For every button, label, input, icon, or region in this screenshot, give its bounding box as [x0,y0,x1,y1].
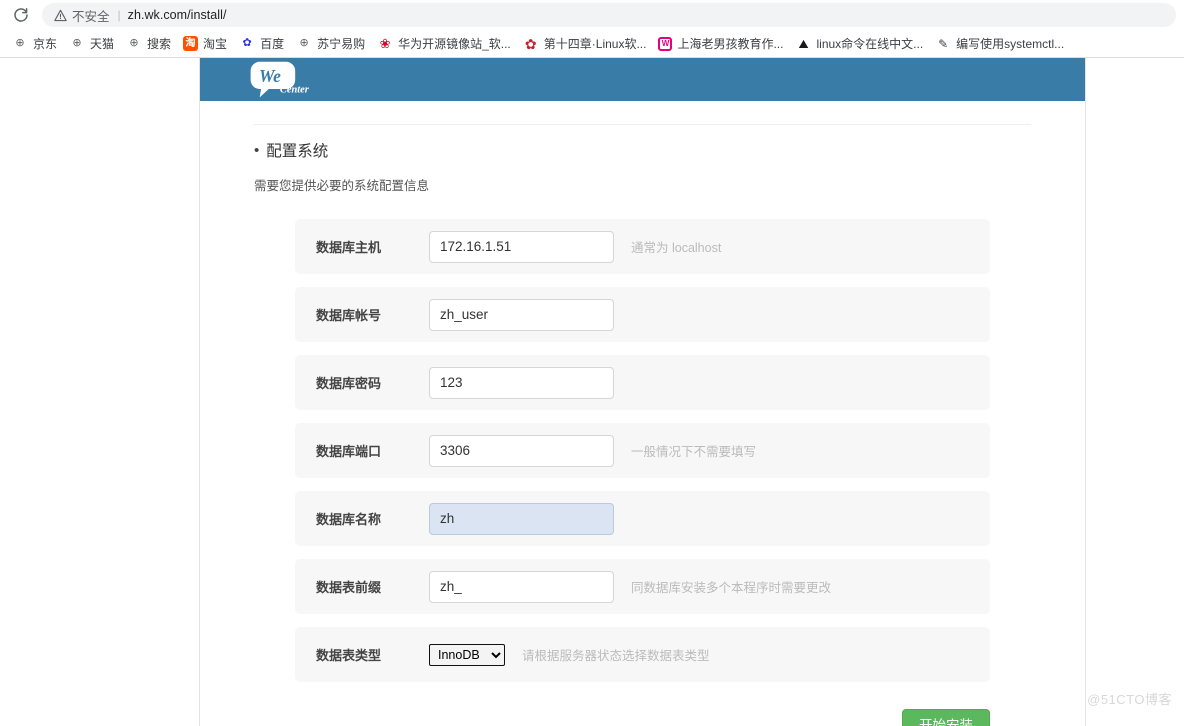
site-header: We Center [200,58,1085,101]
bookmark-label: 上海老男孩教育作... [677,37,784,51]
field-input[interactable] [429,434,614,467]
globe-icon: ⊕ [299,37,309,49]
field-hint: 请根据服务器状态选择数据表类型 [522,649,710,663]
form-row: 数据库主机 通常为 localhost [295,219,990,274]
omnibox-divider: | [117,8,121,22]
reload-icon[interactable] [8,2,34,28]
field-label: 数据库主机 [316,240,382,255]
bullet-icon: • [254,141,260,159]
field-hint: 同数据库安装多个本程序时需要更改 [631,581,832,595]
bookmark-item[interactable]: ✿ 第十四章·Linux软... [517,33,653,55]
watermark: @51CTO博客 [1087,692,1172,707]
bookmark-item[interactable]: ⊕ 天猫 [63,33,120,55]
form-row: 数据库密码 [295,355,990,410]
field-label: 数据库密码 [316,376,382,391]
bookmark-item[interactable]: 淘淘宝 [177,33,233,55]
start-install-button[interactable]: 开始安装 [902,709,990,726]
svg-text:Center: Center [280,84,310,95]
bookmark-item[interactable]: ⊕ 搜索 [120,33,177,55]
rose-icon: ✿ [524,35,537,52]
install-form: 数据库主机 通常为 localhost 数据库帐号数据库密码数据库端口 一般情况下不需… [254,219,1031,682]
field-hint: 一般情况下不需要填写 [631,445,757,459]
content-divider [254,124,1031,125]
bookmark-label: 第十四章·Linux软... [543,37,647,51]
bookmark-label: 淘宝 [203,37,228,51]
baidu-paw-icon: ✿ [242,37,252,49]
install-content: • 配置系统 需要您提供必要的系统配置信息 数据库主机 通常为 localhost… [200,124,1085,726]
bookmark-label: 华为开源镜像站_软... [398,37,511,51]
security-status-label: 不安全 [72,9,110,24]
page-title-text: 配置系统 [266,143,329,160]
page-subtitle: 需要您提供必要的系统配置信息 [254,179,430,193]
globe-icon: ⊕ [72,37,82,49]
form-row: 数据库名称 [295,491,990,546]
bookmark-item[interactable]: ⊕ 苏宁易购 [290,33,371,55]
bookmark-item[interactable]: ❀ 华为开源镜像站_软... [371,33,517,55]
site-container: We Center • 配置系统 需要您提供必要的系统配置信息 数据库主机 通常为… [199,58,1086,726]
field-input[interactable] [429,502,614,535]
field-input[interactable] [429,366,614,399]
field-label: 数据表前缀 [316,580,382,595]
wecenter-logo: We Center [236,59,314,105]
form-row: 数据库帐号 [295,287,990,342]
url-text: zh.wk.com/install/ [127,8,227,22]
field-input[interactable] [429,230,614,263]
globe-icon: ⊕ [129,37,139,49]
field-hint: 通常为 localhost [631,241,722,255]
bookmark-label: 搜索 [147,37,172,51]
table-type-select[interactable]: InnoDBMyISAM [429,643,505,666]
bookmark-item[interactable]: ⛰ linux命令在线中文... [789,33,929,55]
omnibar-row: 不安全 | zh.wk.com/install/ [0,0,1184,30]
bookmark-item[interactable]: ✎ 编写使用systemctl... [929,33,1070,55]
warning-triangle-icon [54,9,67,22]
bookmark-label: 百度 [260,37,285,51]
bookmark-label: 苏宁易购 [317,37,366,51]
globe-icon: ⊕ [15,37,25,49]
taobao-icon: 淘 [183,36,199,51]
form-row: 数据表前缀 同数据库安装多个本程序时需要更改 [295,559,990,614]
bookmark-label: 编写使用systemctl... [956,37,1065,51]
bookmark-item[interactable]: ⊕ 京东 [6,33,63,55]
bookmark-item[interactable]: ✿ 百度 [233,33,290,55]
svg-text:We: We [259,66,281,86]
huawei-icon: ❀ [379,36,391,51]
form-actions: 开始安装 [254,709,1031,726]
field-input[interactable] [429,570,614,603]
field-input[interactable] [429,298,614,331]
page-viewport: We Center • 配置系统 需要您提供必要的系统配置信息 数据库主机 通常为… [0,58,1184,726]
page-title: • 配置系统 [254,139,1031,161]
field-label: 数据表类型 [316,648,382,663]
bookmark-label: 天猫 [90,37,115,51]
bookmark-label: linux命令在线中文... [816,37,924,51]
bookmark-label: 京东 [33,37,58,51]
address-bar[interactable]: 不安全 | zh.wk.com/install/ [42,3,1176,27]
field-label: 数据库端口 [316,444,382,459]
bookmark-item[interactable]: W 上海老男孩教育作... [652,33,789,55]
bookmarks-bar: ⊕ 京东 ⊕ 天猫 ⊕ 搜索淘淘宝 ✿ 百度 ⊕ 苏宁易购 ❀ 华为开源镜像站_软... ✿ 第十四章·L… [0,30,1184,57]
form-row: 数据表类型 InnoDBMyISAM 请根据服务器状态选择数据表类型 [295,627,990,682]
oldboy-icon: W [658,36,673,51]
pen-icon: ✎ [938,36,949,51]
field-label: 数据库帐号 [316,308,382,323]
browser-chrome: 不安全 | zh.wk.com/install/ ⊕ 京东 ⊕ 天猫 ⊕ 搜索淘淘宝 ✿ 百度… [0,0,1184,58]
form-row: 数据库端口 一般情况下不需要填写 [295,423,990,478]
tux-penguin-icon: ⛰ [798,36,809,51]
field-label: 数据库名称 [316,512,382,527]
